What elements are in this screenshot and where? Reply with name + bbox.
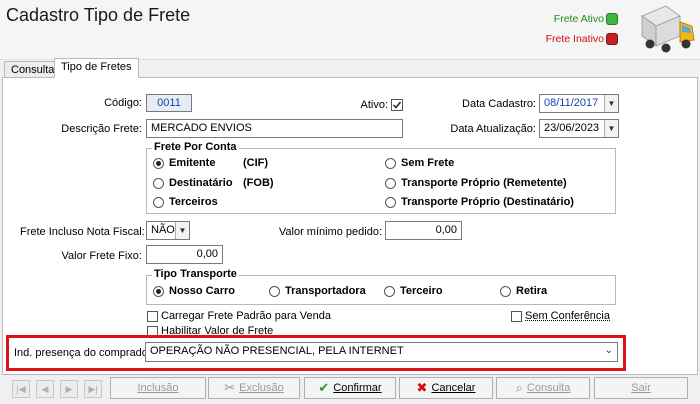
radio-transporte-remetente[interactable] bbox=[385, 178, 396, 189]
frete-incluso-value: NÃO bbox=[151, 224, 175, 236]
radio-destinatario[interactable] bbox=[153, 178, 164, 189]
transporte-remetente-label: Transporte Próprio (Remetente) bbox=[401, 177, 567, 189]
data-atualizacao-label: Data Atualização: bbox=[450, 123, 536, 135]
descricao-field[interactable]: MERCADO ENVIOS bbox=[146, 119, 403, 138]
frete-incluso-label: Frete Incluso Nota Fiscal: bbox=[20, 226, 145, 238]
radio-transporte-destinatario[interactable] bbox=[385, 197, 396, 208]
tipo-transporte-title: Tipo Transporte bbox=[152, 268, 239, 280]
first-icon[interactable]: |◀ bbox=[12, 380, 30, 398]
next-icon[interactable]: ▶ bbox=[60, 380, 78, 398]
descricao-label: Descrição Frete: bbox=[61, 123, 142, 135]
carregar-frete-checkbox[interactable] bbox=[147, 311, 158, 322]
terceiros-label: Terceiros bbox=[169, 196, 218, 208]
nosso-carro-label: Nosso Carro bbox=[169, 285, 236, 297]
confirmar-button[interactable]: ✔ Confirmar bbox=[304, 377, 396, 399]
inclusao-label: Inclusão bbox=[137, 382, 179, 394]
ativo-label: Ativo: bbox=[360, 99, 388, 111]
radio-transportadora[interactable] bbox=[269, 286, 280, 297]
radio-nosso-carro[interactable] bbox=[153, 286, 164, 297]
valor-frete-fixo-label: Valor Frete Fixo: bbox=[61, 250, 143, 262]
radio-terceiro[interactable] bbox=[384, 286, 395, 297]
last-icon[interactable]: ▶| bbox=[84, 380, 102, 398]
chevron-down-icon[interactable]: ⌄ bbox=[605, 345, 613, 356]
radio-sem-frete[interactable] bbox=[385, 158, 396, 169]
confirmar-label: Confirmar bbox=[333, 382, 382, 394]
truck-icon bbox=[641, 5, 695, 53]
ind-presenca-label: Ind. presença do comprador: bbox=[14, 347, 155, 359]
codigo-field[interactable]: 0011 bbox=[146, 94, 192, 112]
destinatario-label: Destinatário bbox=[169, 177, 233, 189]
destinatario-code: (FOB) bbox=[243, 177, 274, 189]
radio-terceiros[interactable] bbox=[153, 197, 164, 208]
check-icon: ✔ bbox=[318, 380, 330, 395]
ativo-checkbox[interactable] bbox=[391, 99, 403, 111]
carregar-frete-label: Carregar Frete Padrão para Venda bbox=[161, 310, 331, 322]
data-cadastro-value: 08/11/2017 bbox=[544, 97, 599, 109]
terceiro-label: Terceiro bbox=[400, 285, 443, 297]
transporte-destinatario-label: Transporte Próprio (Destinatário) bbox=[401, 196, 574, 208]
page-title: Cadastro Tipo de Frete bbox=[6, 5, 191, 25]
emitente-label: Emitente bbox=[169, 157, 216, 169]
ind-presenca-select[interactable]: OPERAÇÃO NÃO PRESENCIAL, PELA INTERNET ⌄ bbox=[145, 342, 618, 362]
sem-frete-label: Sem Frete bbox=[401, 157, 455, 169]
data-cadastro-field[interactable]: 08/11/2017 ▼ bbox=[539, 94, 619, 113]
prev-icon[interactable]: ◀ bbox=[36, 380, 54, 398]
radio-emitente[interactable] bbox=[153, 158, 164, 169]
retira-label: Retira bbox=[516, 285, 548, 297]
consulta-button[interactable]: ⌕ Consulta bbox=[496, 377, 590, 399]
cancelar-label: Cancelar bbox=[431, 382, 476, 394]
sem-conferencia-checkbox[interactable] bbox=[511, 311, 522, 322]
valor-minimo-label: Valor mínimo pedido: bbox=[278, 226, 382, 238]
header: Cadastro Tipo de Frete Frete Ativo Frete… bbox=[0, 0, 700, 60]
legend-active-dot bbox=[606, 13, 618, 25]
legend-inactive-label: Frete Inativo bbox=[545, 33, 604, 45]
chevron-down-icon[interactable]: ▼ bbox=[604, 95, 618, 112]
ind-presenca-value: OPERAÇÃO NÃO PRESENCIAL, PELA INTERNET bbox=[150, 345, 404, 357]
exclusao-button[interactable]: ✂ Exclusão bbox=[208, 377, 300, 399]
check-icon bbox=[392, 101, 402, 109]
emitente-code: (CIF) bbox=[243, 157, 269, 169]
consulta-label: Consulta bbox=[526, 382, 571, 394]
codigo-label: Código: bbox=[104, 97, 142, 109]
data-cadastro-label: Data Cadastro: bbox=[462, 98, 536, 110]
chevron-down-icon[interactable]: ▼ bbox=[175, 222, 189, 239]
legend-active-label: Frete Ativo bbox=[553, 13, 604, 25]
radio-retira[interactable] bbox=[500, 286, 511, 297]
exclusao-label: Exclusão bbox=[239, 382, 284, 394]
scissors-icon: ✂ bbox=[224, 380, 236, 395]
data-atualizacao-value: 23/06/2023 bbox=[544, 122, 600, 134]
cancelar-button[interactable]: ✖ Cancelar bbox=[399, 377, 493, 399]
sair-button[interactable]: Sair bbox=[594, 377, 688, 399]
frete-incluso-select[interactable]: NÃO ▼ bbox=[146, 221, 190, 240]
habilitar-valor-label: Habilitar Valor de Frete bbox=[161, 325, 274, 334]
legend-inactive-dot bbox=[606, 33, 618, 45]
search-icon: ⌕ bbox=[515, 380, 523, 395]
valor-minimo-field[interactable]: 0,00 bbox=[385, 221, 462, 240]
tab-tipo-de-fretes[interactable]: Tipo de Fretes bbox=[54, 58, 139, 78]
sem-conferencia-label: Sem Conferência bbox=[525, 310, 610, 322]
data-atualizacao-field[interactable]: 23/06/2023 ▼ bbox=[539, 119, 619, 138]
chevron-down-icon[interactable]: ▼ bbox=[604, 120, 618, 137]
frete-por-conta-title: Frete Por Conta bbox=[152, 141, 239, 153]
transportadora-label: Transportadora bbox=[285, 285, 366, 297]
inclusao-button[interactable]: Inclusão bbox=[110, 377, 206, 399]
sair-label: Sair bbox=[631, 382, 651, 394]
x-icon: ✖ bbox=[416, 380, 428, 395]
tab-consulta[interactable]: Consulta bbox=[4, 61, 62, 78]
valor-frete-fixo-field[interactable]: 0,00 bbox=[146, 245, 223, 264]
